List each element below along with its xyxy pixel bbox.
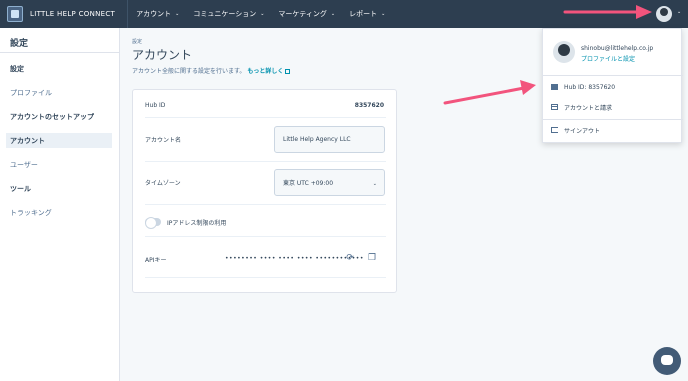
account-settings-card: Hub ID 8357620 アカウント名 Little Help Agency… — [132, 89, 397, 293]
nav-item-label: レポート — [349, 10, 378, 18]
page-description: アカウント全般に関する設定を行います。 もっと詳しく — [132, 66, 291, 75]
hubid-value: 8357620 — [354, 102, 384, 109]
credit-card-icon — [551, 104, 558, 110]
account-name-label: アカウント名 — [145, 137, 182, 144]
sidebar-divider — [0, 52, 120, 53]
sidebar-title: 設定 — [10, 39, 29, 49]
refresh-icon[interactable]: ⟳ — [345, 253, 355, 263]
copy-icon[interactable]: ❐ — [367, 253, 377, 263]
account-name-value: Little Help Agency LLC — [283, 136, 351, 143]
sign-out-text: サインアウト — [564, 127, 601, 135]
main-nav: アカウント ⌄ コミュニケーション ⌄ マーケティング ⌄ レポート ⌄ — [136, 9, 399, 19]
sidebar-item-tracking[interactable]: トラッキング — [10, 208, 52, 218]
user-menu-dropdown: shinobu@littlehelp.co.jp プロファイルと設定 Hub I… — [542, 28, 683, 143]
user-avatar[interactable] — [656, 6, 672, 22]
nav-divider — [127, 0, 129, 28]
sidebar: 設定 設定 プロファイル アカウントのセットアップ アカウント ユーザー ツール… — [0, 28, 120, 381]
dropdown-divider — [543, 75, 683, 76]
nav-item-reports[interactable]: レポート ⌄ — [349, 9, 385, 19]
row-divider — [145, 204, 386, 205]
sidebar-heading-tools: ツール — [10, 185, 31, 193]
chevron-down-icon: ⌄ — [381, 11, 386, 17]
learn-more-link[interactable]: もっと詳しく — [247, 68, 291, 75]
sidebar-item-profile[interactable]: プロファイル — [10, 88, 52, 98]
top-navbar: LITTLE HELP CONNECT アカウント ⌄ コミュニケーション ⌄ マー… — [0, 0, 688, 28]
dropdown-divider — [543, 119, 683, 120]
sign-out-item[interactable]: サインアウト — [543, 121, 683, 139]
nav-item-marketing[interactable]: マーケティング ⌄ — [278, 9, 335, 19]
user-email: shinobu@littlehelp.co.jp — [581, 45, 654, 52]
row-divider — [145, 117, 386, 118]
chevron-down-icon[interactable]: ⌄ — [677, 9, 681, 15]
account-name-input[interactable]: Little Help Agency LLC — [274, 126, 385, 153]
timezone-value: 東京 UTC +09:00 — [283, 180, 334, 187]
account-billing-text: アカウントと請求 — [564, 104, 613, 112]
hubid-label: Hub ID — [145, 102, 166, 109]
api-key-masked: •••••••• •••• •••• •••• •••••••••••• — [225, 255, 364, 262]
chevron-down-icon: ⌄ — [372, 181, 377, 187]
chevron-down-icon: ⌄ — [175, 11, 180, 17]
breadcrumb[interactable]: 設定 — [132, 38, 142, 45]
page-title: アカウント — [132, 48, 193, 62]
external-link-icon — [285, 69, 291, 74]
logo-icon[interactable] — [7, 6, 23, 22]
row-divider — [145, 161, 386, 162]
sidebar-item-users[interactable]: ユーザー — [10, 160, 38, 170]
row-divider — [145, 277, 386, 278]
sidebar-heading-account-setup: アカウントのセットアップ — [10, 113, 94, 121]
hub-id-text: Hub ID: 8357620 — [564, 83, 616, 91]
nav-item-label: コミュニケーション — [193, 10, 257, 18]
nav-item-label: アカウント — [136, 10, 172, 18]
brand-name[interactable]: LITTLE HELP CONNECT — [30, 10, 115, 18]
profile-settings-link[interactable]: プロファイルと設定 — [581, 54, 635, 63]
nav-item-account[interactable]: アカウント ⌄ — [136, 9, 179, 19]
chat-button[interactable] — [653, 347, 681, 375]
building-icon — [551, 84, 558, 90]
sidebar-item-account[interactable]: アカウント — [10, 136, 45, 146]
timezone-select[interactable]: 東京 UTC +09:00 ⌄ — [274, 169, 385, 196]
description-text: アカウント全般に関する設定を行います。 — [132, 68, 246, 75]
chevron-down-icon: ⌄ — [330, 11, 336, 17]
ip-restriction-toggle[interactable] — [145, 217, 161, 229]
row-divider — [145, 236, 386, 237]
timezone-label: タイムゾーン — [145, 180, 181, 187]
sidebar-heading-settings: 設定 — [10, 65, 24, 73]
chevron-down-icon: ⌄ — [260, 11, 265, 17]
profile-avatar — [553, 41, 575, 63]
account-billing-item[interactable]: アカウントと請求 — [543, 98, 683, 116]
hub-id-item[interactable]: Hub ID: 8357620 — [543, 78, 683, 96]
api-key-label: APIキー — [145, 257, 167, 264]
nav-item-communication[interactable]: コミュニケーション ⌄ — [193, 9, 264, 19]
learn-more-label: もっと詳しく — [247, 68, 284, 75]
nav-item-label: マーケティング — [278, 10, 327, 18]
arrow-to-hubid — [443, 80, 536, 105]
ip-restriction-label: IPアドレス制限の利用 — [167, 220, 227, 227]
sign-out-icon — [551, 127, 558, 133]
